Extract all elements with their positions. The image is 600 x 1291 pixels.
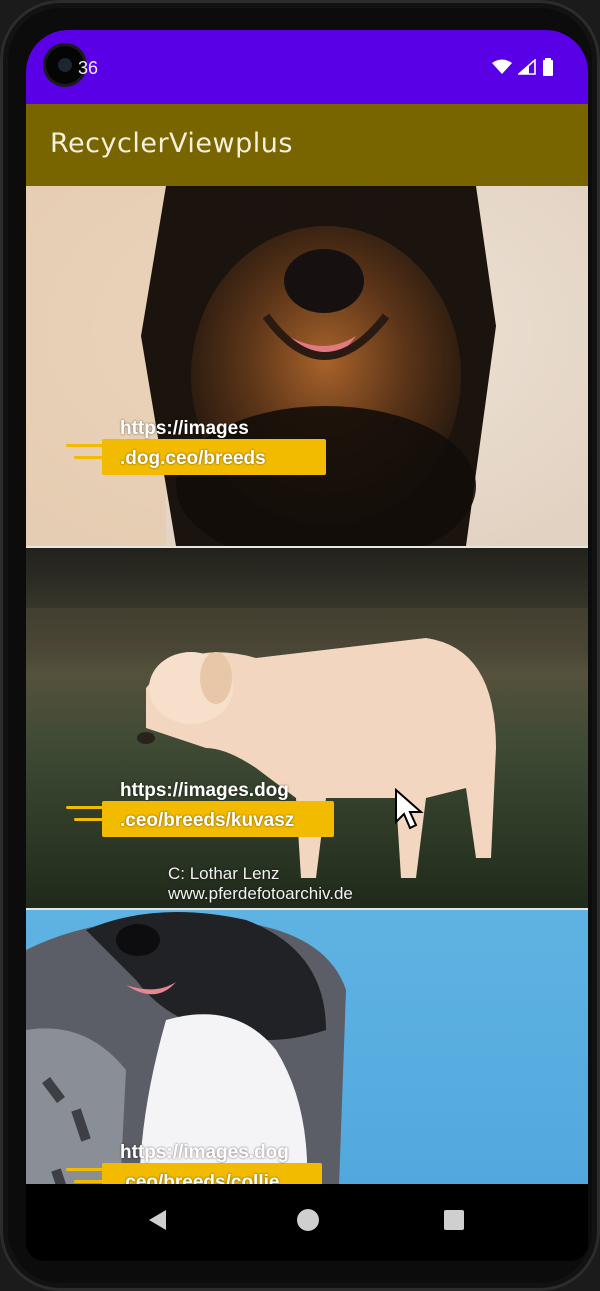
device-screen: 36 RecyclerViewplus https://images .dog.… [26, 30, 588, 1261]
photo-watermark: C: Lothar Lenz www.pferdefotoarchiv.de [168, 864, 353, 904]
back-triangle-icon[interactable] [146, 1208, 170, 1232]
cellular-signal-icon [518, 59, 536, 75]
dog-image-list[interactable]: https://images .dog.ceo/breeds https://i… [26, 186, 588, 1184]
phone-frame: 36 RecyclerViewplus https://images .dog.… [0, 0, 600, 1291]
image-url-line2: .ceo/breeds/collie [120, 1172, 280, 1184]
list-item[interactable]: https://images.dog .ceo/breeds/collie [26, 910, 588, 1184]
dog-photo-kuvasz [26, 548, 588, 908]
status-time: 36 [78, 58, 99, 78]
image-url-line1: https://images.dog [120, 780, 289, 801]
recents-square-icon[interactable] [442, 1208, 466, 1232]
home-circle-icon[interactable] [296, 1208, 320, 1232]
image-url-label: https://images .dog.ceo/breeds [66, 414, 326, 475]
app-bar: RecyclerViewplus [26, 104, 588, 186]
image-url-label: https://images.dog .ceo/breeds/collie [66, 1138, 322, 1184]
watermark-line1: C: Lothar Lenz [168, 864, 280, 883]
wifi-icon [492, 59, 512, 74]
app-title: RecyclerViewplus [50, 128, 293, 159]
image-url-label: https://images.dog .ceo/breeds/kuvasz [66, 776, 334, 837]
mouse-cursor-icon [395, 788, 424, 830]
image-url-line2: .ceo/breeds/kuvasz [120, 810, 295, 831]
image-url-line1: https://images.dog [120, 1142, 289, 1163]
navigation-bar [26, 1184, 588, 1261]
list-item[interactable]: https://images .dog.ceo/breeds [26, 186, 588, 546]
list-item[interactable]: https://images.dog .ceo/breeds/kuvasz C:… [26, 548, 588, 908]
status-bar: 36 [26, 30, 588, 104]
image-url-line2: .dog.ceo/breeds [120, 448, 266, 469]
battery-icon [543, 58, 553, 76]
watermark-line2: www.pferdefotoarchiv.de [168, 884, 353, 903]
dog-photo-black-tan [26, 186, 588, 546]
image-url-line1: https://images [120, 418, 249, 439]
status-icons [492, 58, 554, 76]
